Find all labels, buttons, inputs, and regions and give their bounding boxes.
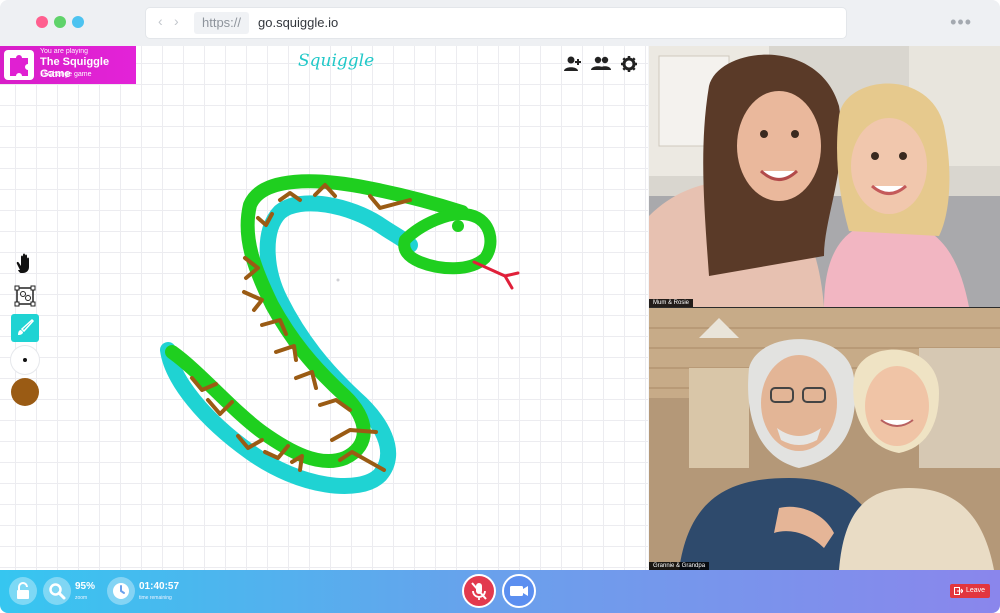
close-window-button[interactable]	[36, 16, 48, 28]
video-camera-icon	[510, 586, 528, 596]
select-tool[interactable]	[11, 282, 39, 310]
game-badge[interactable]: You are playing The Squiggle Game ⤨ Chan…	[0, 46, 136, 84]
head-stroke	[398, 208, 497, 275]
drawing-canvas[interactable]: You are playing The Squiggle Game ⤨ Chan…	[0, 46, 648, 570]
canvas-center-mark	[336, 278, 340, 282]
video-feed-image	[649, 46, 1000, 307]
snake-mouth	[439, 237, 456, 247]
minimize-window-button[interactable]	[54, 16, 66, 28]
lock-icon	[17, 582, 29, 599]
clock-icon	[113, 583, 129, 599]
puzzle-icon	[4, 50, 34, 80]
time-remaining-value: 01:40:57	[139, 581, 180, 592]
more-options-icon[interactable]: •••	[950, 12, 972, 33]
bottom-bar: 95% zoom 01:40:57 time remaining Leave	[0, 570, 1000, 613]
brush-icon	[18, 318, 35, 335]
app-window: ‹ › https:// go.squiggle.io ••• You are …	[0, 0, 1000, 613]
maximize-window-button[interactable]	[72, 16, 84, 28]
video-tile: Mum & Rosie	[649, 46, 1000, 307]
add-user-icon[interactable]	[563, 54, 583, 74]
exit-icon	[954, 587, 963, 595]
video-tile: Grannie & Grandpa	[649, 308, 1000, 570]
participant-name: Mum & Rosie	[649, 299, 694, 307]
snake-tongue	[472, 260, 520, 290]
mute-microphone-button[interactable]	[462, 574, 496, 608]
snake-drawing	[160, 174, 520, 494]
back-icon[interactable]: ‹	[158, 13, 163, 29]
camera-button[interactable]	[502, 574, 536, 608]
zoom-button[interactable]	[43, 577, 71, 605]
leave-label: Leave	[966, 587, 986, 594]
users-icon[interactable]	[591, 54, 611, 74]
brand-logo: Squiggle	[298, 51, 375, 71]
brush-size[interactable]	[11, 346, 39, 374]
select-icon	[14, 285, 36, 307]
url-host: go.squiggle.io	[258, 15, 339, 30]
timer-button[interactable]	[107, 577, 135, 605]
forward-icon[interactable]: ›	[174, 13, 179, 29]
browser-chrome: ‹ › https:// go.squiggle.io •••	[0, 0, 1000, 46]
participant-name: Grannie & Grandpa	[649, 562, 710, 570]
leave-button[interactable]: Leave	[950, 584, 990, 598]
address-bar[interactable]: ‹ › https:// go.squiggle.io	[146, 8, 846, 38]
video-feed-image	[649, 308, 1000, 570]
video-panel: Mum & Rosie Grannie & Grandpa	[649, 46, 1000, 570]
search-icon	[49, 583, 66, 600]
time-remaining-label: time remaining	[139, 595, 172, 601]
hand-tool[interactable]	[11, 250, 39, 278]
change-game-link[interactable]: ⤨ Change game	[40, 71, 92, 79]
playing-label: You are playing	[40, 48, 89, 55]
snake-eye	[452, 220, 464, 232]
dot-icon	[23, 358, 27, 362]
hand-icon	[16, 253, 29, 273]
color-swatch[interactable]	[11, 378, 39, 406]
microphone-off-icon	[471, 582, 487, 600]
url-scheme: https://	[194, 12, 250, 34]
brush-tool[interactable]	[11, 314, 39, 342]
gear-icon[interactable]	[619, 54, 639, 74]
lock-button[interactable]	[9, 577, 37, 605]
zoom-label: zoom	[75, 595, 88, 601]
zoom-value: 95%	[75, 581, 96, 592]
